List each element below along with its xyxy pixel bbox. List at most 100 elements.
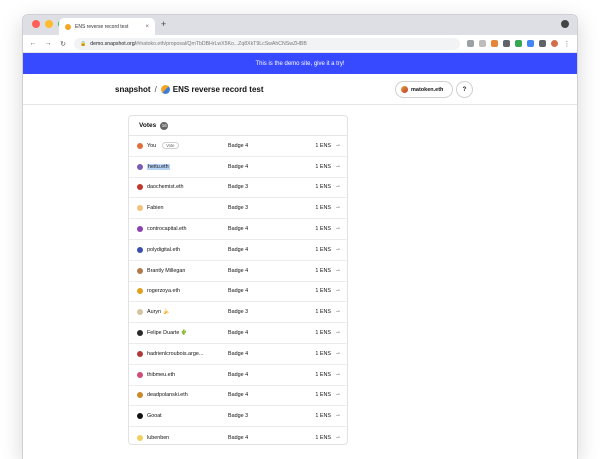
space-name[interactable]: ENS reverse record test <box>173 85 264 94</box>
puzzle-icon[interactable] <box>539 40 546 47</box>
address-bar[interactable]: 🔒 demo.snapshot.org/ #/natoko.eth/propos… <box>74 37 460 50</box>
table-row: deadpolanski.eth Badge 4 1 ENS ⇀ <box>129 386 347 407</box>
extension-green-icon[interactable] <box>515 40 522 47</box>
you-badge: Vote <box>162 142 179 150</box>
voter-name[interactable]: Felipe Duarte 🌵 <box>147 330 188 336</box>
vote-power: 1 ENS <box>315 371 331 378</box>
voter-cell[interactable]: Gooat <box>137 413 227 420</box>
voter-cell[interactable]: lubenben <box>137 434 227 441</box>
voter-name[interactable]: controcapital.eth <box>147 226 187 232</box>
avatar <box>137 267 143 274</box>
vote-power: 1 ENS <box>315 142 331 149</box>
vote-choice: Badge 3 <box>228 309 249 316</box>
new-tab-icon[interactable]: + <box>161 19 166 29</box>
vote-power: 1 ENS <box>315 226 331 233</box>
voter-cell[interactable]: Brantly Millegan <box>137 267 227 274</box>
voter-name[interactable]: Fabien <box>147 205 163 211</box>
voter-name[interactable]: thibmeu.eth <box>147 372 175 378</box>
receipt-icon[interactable]: ⇀ <box>336 372 340 378</box>
avatar <box>137 434 143 441</box>
vote-power: 1 ENS <box>315 392 331 399</box>
voter-cell[interactable]: controcapital.eth <box>137 226 227 233</box>
receipt-icon[interactable]: ⇀ <box>336 226 340 232</box>
star-icon[interactable] <box>479 40 486 47</box>
receipt-icon[interactable]: ⇀ <box>336 288 340 294</box>
browser-tab[interactable]: ENS reverse record test × <box>59 18 155 35</box>
vote-choice: Badge 4 <box>228 330 249 337</box>
voter-cell[interactable]: polydigital.eth <box>137 246 227 253</box>
close-window-icon[interactable] <box>32 20 40 28</box>
receipt-icon[interactable]: ⇀ <box>336 413 340 419</box>
vote-choice: Badge 3 <box>228 184 249 191</box>
receipt-icon[interactable]: ⇀ <box>336 435 340 441</box>
metamask-icon[interactable] <box>491 40 498 47</box>
voter-cell[interactable]: thibmeu.eth <box>137 371 227 378</box>
voter-cell[interactable]: deadpolanski.eth <box>137 392 227 399</box>
receipt-icon[interactable]: ⇀ <box>336 205 340 211</box>
voter-cell[interactable]: daochemist.eth <box>137 184 227 191</box>
voter-cell[interactable]: You Vote <box>137 142 227 150</box>
voter-name[interactable]: Auryn 🍌 <box>147 309 169 315</box>
extension-icon[interactable] <box>503 40 510 47</box>
back-icon[interactable]: ← <box>29 40 37 47</box>
url-host: demo.snapshot.org/ <box>90 40 137 47</box>
brand-logo[interactable]: snapshot <box>115 85 151 94</box>
voter-name[interactable]: You <box>147 143 156 149</box>
avatar <box>137 392 143 399</box>
voter-name[interactable]: Gooat <box>147 413 162 419</box>
table-row: controcapital.eth Badge 4 1 ENS ⇀ <box>129 219 347 240</box>
vote-power: 1 ENS <box>315 288 331 295</box>
menu-icon[interactable]: ⋮ <box>563 40 571 48</box>
table-row: thibmeu.eth Badge 4 1 ENS ⇀ <box>129 365 347 386</box>
vote-power: 1 ENS <box>315 330 331 337</box>
voter-name[interactable]: lubenben <box>147 435 169 441</box>
receipt-icon[interactable]: ⇀ <box>336 184 340 190</box>
tab-strip: ENS reverse record test × + <box>23 15 577 35</box>
browser-window: ENS reverse record test × + ← → ↻ 🔒 demo… <box>22 14 578 459</box>
voter-name[interactable]: daochemist.eth <box>147 184 184 190</box>
minimize-window-icon[interactable] <box>45 20 53 28</box>
receipt-icon[interactable]: ⇀ <box>336 392 340 398</box>
avatar <box>137 413 143 420</box>
receipt-icon[interactable]: ⇀ <box>336 247 340 253</box>
receipt-icon[interactable]: ⇀ <box>336 164 340 170</box>
search-icon[interactable] <box>467 40 474 47</box>
table-row: polydigital.eth Badge 4 1 ENS ⇀ <box>129 240 347 261</box>
profile-icon[interactable] <box>551 40 558 47</box>
voter-name[interactable]: polydigital.eth <box>147 247 180 253</box>
voter-cell[interactable]: hadrienlcroubois.arge... <box>137 350 227 357</box>
table-row: Brantly Millegan Badge 4 1 ENS ⇀ <box>129 261 347 282</box>
voter-name[interactable]: Brantly Millegan <box>147 268 185 274</box>
voter-cell[interactable]: Auryn 🍌 <box>137 309 227 316</box>
browser-account-icon[interactable] <box>561 20 569 28</box>
voter-name[interactable]: deadpolanski.eth <box>147 392 188 398</box>
voter-cell[interactable]: heitu.eth <box>137 163 227 170</box>
voter-cell[interactable]: Fabien <box>137 205 227 212</box>
voter-name[interactable]: rogerzoya.eth <box>147 288 180 294</box>
demo-banner: This is the demo site, give it a try! <box>23 53 577 74</box>
receipt-icon[interactable]: ⇀ <box>336 330 340 336</box>
app-header: snapshot / ENS reverse record test matok… <box>23 74 577 105</box>
table-row: You Vote Badge 4 1 ENS ⇀ <box>129 136 347 157</box>
voter-name[interactable]: hadrienlcroubois.arge... <box>147 351 203 357</box>
vote-power: 1 ENS <box>315 434 331 441</box>
help-button[interactable]: ? <box>456 81 473 98</box>
voter-name[interactable]: heitu.eth <box>147 163 170 170</box>
extension-blue-icon[interactable] <box>527 40 534 47</box>
table-row: lubenben Badge 4 1 ENS ⇀ <box>129 427 347 448</box>
vote-power: 1 ENS <box>315 163 331 170</box>
avatar <box>137 330 143 337</box>
account-button[interactable]: matoken.eth <box>395 81 453 98</box>
vote-power: 1 ENS <box>315 184 331 191</box>
voter-cell[interactable]: Felipe Duarte 🌵 <box>137 330 227 337</box>
receipt-icon[interactable]: ⇀ <box>336 143 340 149</box>
avatar <box>137 226 143 233</box>
voter-cell[interactable]: rogerzoya.eth <box>137 288 227 295</box>
receipt-icon[interactable]: ⇀ <box>336 268 340 274</box>
reload-icon[interactable]: ↻ <box>59 40 67 48</box>
receipt-icon[interactable]: ⇀ <box>336 309 340 315</box>
tab-close-icon[interactable]: × <box>145 24 149 30</box>
breadcrumb-separator: / <box>154 84 157 94</box>
receipt-icon[interactable]: ⇀ <box>336 351 340 357</box>
forward-icon[interactable]: → <box>44 40 52 47</box>
